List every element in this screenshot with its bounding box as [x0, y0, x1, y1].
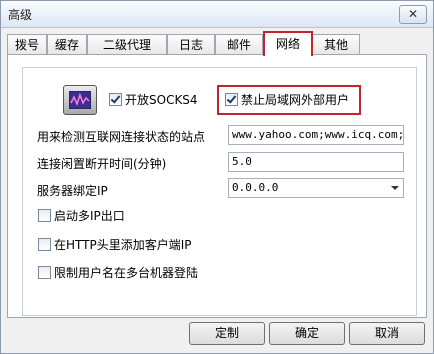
add-client-ip-checkbox[interactable] [38, 238, 51, 251]
bind-ip-select[interactable]: 0.0.0.0 [228, 178, 404, 198]
tab-secondary-proxy[interactable]: 二级代理 [87, 34, 167, 55]
tab-log[interactable]: 日志 [167, 34, 215, 55]
block-lan-users-checkbox[interactable] [225, 93, 238, 106]
check-sites-label: 用来检测互联网连接状态的站点 [37, 130, 206, 144]
tab-other[interactable]: 其他 [312, 34, 360, 55]
close-button[interactable]: ✕ [399, 5, 427, 24]
idle-timeout-input[interactable]: 5.0 [228, 152, 404, 172]
add-client-ip-label: 在HTTP头里添加客户端IP [54, 238, 192, 252]
customize-button[interactable]: 定制 [189, 322, 265, 345]
chevron-down-icon[interactable] [391, 186, 399, 190]
tab-cache[interactable]: 缓存 [47, 34, 87, 55]
limit-username-checkbox[interactable] [38, 266, 51, 279]
multi-ip-exit-checkbox[interactable] [38, 209, 51, 222]
network-monitor-icon [63, 85, 97, 115]
tab-mail[interactable]: 邮件 [215, 34, 263, 55]
tab-network[interactable]: 网络 [263, 31, 313, 56]
limit-username-label: 限制用户名在多台机器登陆 [54, 266, 199, 280]
tab-dialup[interactable]: 拨号 [7, 34, 47, 55]
idle-timeout-label: 连接闲置断开时间(分钟) [37, 157, 167, 171]
bind-ip-value: 0.0.0.0 [232, 181, 279, 194]
window-title: 高级 [8, 8, 33, 22]
ok-button[interactable]: 确定 [269, 322, 345, 345]
bind-ip-label: 服务器绑定IP [37, 184, 108, 198]
title-bar: 高级 ✕ [1, 1, 433, 28]
block-lan-users-label: 禁止局域网外部用户 [241, 93, 350, 107]
enable-socks4-label: 开放SOCKS4 [125, 93, 198, 107]
enable-socks4-checkbox[interactable] [109, 93, 122, 106]
cancel-button[interactable]: 取消 [349, 322, 425, 345]
advanced-dialog: 高级 ✕ 拨号 缓存 二级代理 日志 邮件 网络 其他 开放SOCKS4 禁止局… [0, 0, 434, 354]
multi-ip-exit-label: 启动多IP出口 [54, 209, 125, 223]
check-sites-input[interactable]: www.yahoo.com;www.icq.com;ww [228, 125, 404, 145]
